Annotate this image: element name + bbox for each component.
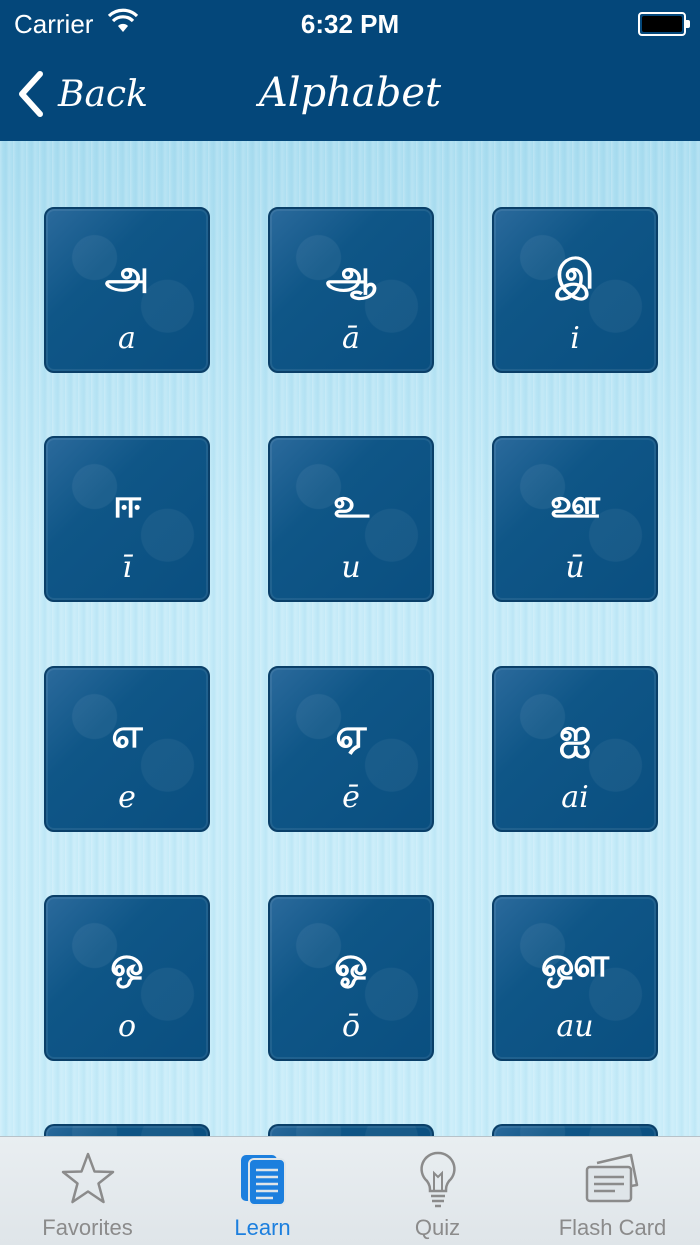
tamil-letter: ஆ: [325, 252, 377, 298]
letter-tile[interactable]: அ a: [44, 207, 210, 373]
letter-tile-partial[interactable]: [492, 1124, 658, 1136]
tamil-letter: ஏ: [335, 711, 367, 757]
status-bar: Carrier 6:32 PM: [0, 0, 700, 48]
transliteration: ō: [341, 1009, 361, 1044]
letter-tile[interactable]: ஏ ē: [268, 666, 434, 832]
transliteration: i: [570, 321, 580, 356]
transliteration: au: [556, 1009, 594, 1044]
tamil-letter: உ: [332, 481, 370, 527]
transliteration: u: [341, 550, 361, 585]
letter-tile[interactable]: ஐ ai: [492, 666, 658, 832]
transliteration: e: [118, 780, 136, 815]
letter-tile[interactable]: ஊ ū: [492, 436, 658, 602]
tamil-letter: ஓ: [334, 940, 368, 986]
tab-label: Learn: [234, 1215, 291, 1240]
battery-icon: [638, 12, 690, 36]
tamil-letter: ஈ: [112, 481, 142, 527]
letter-tile-partial[interactable]: [44, 1124, 210, 1136]
letter-tile[interactable]: ஒ o: [44, 895, 210, 1061]
letter-grid[interactable]: அ a ஆ ā இ i ஈ ī உ u ஊ ū எ e ஏ ē ஐ ai ஒ o…: [0, 141, 700, 1136]
letter-tile[interactable]: ஈ ī: [44, 436, 210, 602]
page-title: Alphabet: [258, 70, 442, 116]
tamil-letter: ஔ: [540, 940, 610, 986]
transliteration: ā: [342, 321, 360, 356]
tab-favorites[interactable]: Favorites: [0, 1137, 175, 1245]
tamil-letter: எ: [111, 711, 143, 757]
tamil-letter: ஐ: [558, 711, 592, 757]
tab-quiz[interactable]: Quiz: [350, 1137, 525, 1245]
transliteration: ī: [122, 550, 132, 585]
transliteration: ai: [561, 780, 589, 815]
tab-label: Flash Card: [558, 1215, 667, 1240]
transliteration: ē: [342, 780, 360, 815]
star-icon: [61, 1152, 114, 1204]
transliteration: a: [118, 321, 136, 356]
tab-learn[interactable]: Learn: [175, 1137, 350, 1245]
navigation-bar: Carrier 6:32 PM Back Alphabet: [0, 0, 700, 141]
letter-tile-partial[interactable]: [268, 1124, 434, 1136]
tab-flash-card[interactable]: Flash Card: [525, 1137, 700, 1245]
tab-label: Quiz: [414, 1215, 461, 1240]
transliteration: o: [117, 1009, 137, 1044]
letter-tile[interactable]: எ e: [44, 666, 210, 832]
tamil-letter: ஒ: [110, 940, 144, 986]
flash-card-icon: [585, 1153, 638, 1203]
document-list-icon: [240, 1155, 286, 1206]
letter-tile[interactable]: இ i: [492, 207, 658, 373]
tab-bar: Favorites Learn Quiz Flash Card: [0, 1136, 700, 1245]
tamil-letter: ஊ: [549, 481, 601, 527]
letter-tile[interactable]: உ u: [268, 436, 434, 602]
clock: 6:32 PM: [300, 9, 400, 39]
letter-tile[interactable]: ஔ au: [492, 895, 658, 1061]
tamil-letter: அ: [104, 252, 150, 298]
letter-tile[interactable]: ஓ ō: [268, 895, 434, 1061]
transliteration: ū: [565, 550, 585, 585]
lightbulb-icon: [419, 1151, 456, 1208]
tab-label: Favorites: [42, 1215, 133, 1240]
tamil-letter: இ: [555, 252, 595, 298]
letter-tile[interactable]: ஆ ā: [268, 207, 434, 373]
